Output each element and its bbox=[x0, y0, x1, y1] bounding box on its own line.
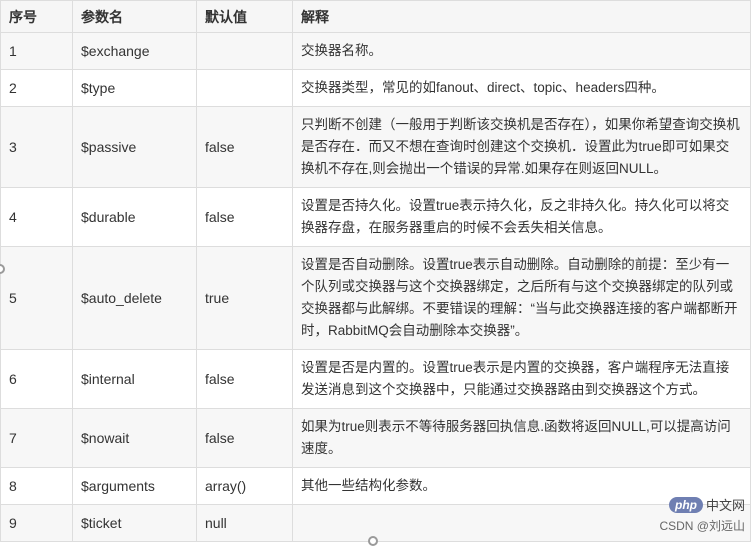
row-param-name: $type bbox=[72, 69, 197, 107]
table-row: 2 $type 交换器类型，常见的如fanout、direct、topic、he… bbox=[0, 69, 751, 107]
table-row: 5 $auto_delete true 设置是否自动删除。设置true表示自动删… bbox=[0, 246, 751, 350]
table-row: 4 $durable false 设置是否持久化。设置true表示持久化，反之非… bbox=[0, 187, 751, 247]
row-param-name: $internal bbox=[72, 349, 197, 409]
row-default-value: true bbox=[196, 246, 293, 350]
row-index: 4 bbox=[0, 187, 73, 247]
row-index: 8 bbox=[0, 467, 73, 505]
php-logo-badge: php bbox=[668, 496, 703, 513]
watermark-logo: php 中文网 bbox=[668, 495, 745, 514]
header-default-value: 默认值 bbox=[196, 0, 293, 33]
row-param-name: $nowait bbox=[72, 408, 197, 468]
row-default-value: false bbox=[196, 349, 293, 409]
header-explanation: 解释 bbox=[292, 0, 751, 33]
row-explanation: 如果为true则表示不等待服务器回执信息.函数将返回NULL,可以提高访问速度。 bbox=[292, 408, 751, 468]
row-index: 5 bbox=[0, 246, 73, 350]
row-default-value bbox=[196, 69, 293, 107]
parameter-table: 序号 参数名 默认值 解释 1 $exchange 交换器名称。 2 $type… bbox=[0, 0, 751, 542]
row-explanation: 交换器名称。 bbox=[292, 32, 751, 70]
table-row: 1 $exchange 交换器名称。 bbox=[0, 32, 751, 70]
watermark: php 中文网 CSDN @刘远山 bbox=[659, 495, 745, 534]
header-param-name: 参数名 bbox=[72, 0, 197, 33]
header-index: 序号 bbox=[0, 0, 73, 33]
row-index: 6 bbox=[0, 349, 73, 409]
row-param-name: $passive bbox=[72, 106, 197, 188]
row-explanation: 设置是否是内置的。设置true表示是内置的交换器，客户端程序无法直接发送消息到这… bbox=[292, 349, 751, 409]
table-row: 3 $passive false 只判断不创建（一般用于判断该交换机是否存在），… bbox=[0, 106, 751, 188]
row-default-value: false bbox=[196, 408, 293, 468]
row-param-name: $ticket bbox=[72, 504, 197, 542]
table-row: 7 $nowait false 如果为true则表示不等待服务器回执信息.函数将… bbox=[0, 408, 751, 468]
row-index: 7 bbox=[0, 408, 73, 468]
row-explanation: 只判断不创建（一般用于判断该交换机是否存在），如果你希望查询交换机是否存在．而又… bbox=[292, 106, 751, 188]
row-explanation: 交换器类型，常见的如fanout、direct、topic、headers四种。 bbox=[292, 69, 751, 107]
row-explanation: 设置是否自动删除。设置true表示自动删除。自动删除的前提：至少有一个队列或交换… bbox=[292, 246, 751, 350]
row-explanation: 设置是否持久化。设置true表示持久化，反之非持久化。持久化可以将交换器存盘，在… bbox=[292, 187, 751, 247]
row-default-value: null bbox=[196, 504, 293, 542]
row-index: 2 bbox=[0, 69, 73, 107]
row-index: 9 bbox=[0, 504, 73, 542]
row-default-value bbox=[196, 32, 293, 70]
row-default-value: false bbox=[196, 187, 293, 247]
resize-handle-bottom[interactable] bbox=[368, 536, 378, 546]
row-param-name: $durable bbox=[72, 187, 197, 247]
watermark-site-text: 中文网 bbox=[705, 498, 745, 513]
row-index: 3 bbox=[0, 106, 73, 188]
row-default-value: array() bbox=[196, 467, 293, 505]
watermark-author: CSDN @刘远山 bbox=[659, 519, 745, 533]
row-index: 1 bbox=[0, 32, 73, 70]
row-default-value: false bbox=[196, 106, 293, 188]
row-param-name: $exchange bbox=[72, 32, 197, 70]
table-row: 8 $arguments array() 其他一些结构化参数。 bbox=[0, 467, 751, 505]
row-param-name: $auto_delete bbox=[72, 246, 197, 350]
table-row: 6 $internal false 设置是否是内置的。设置true表示是内置的交… bbox=[0, 349, 751, 409]
row-param-name: $arguments bbox=[72, 467, 197, 505]
table-header-row: 序号 参数名 默认值 解释 bbox=[0, 0, 751, 33]
